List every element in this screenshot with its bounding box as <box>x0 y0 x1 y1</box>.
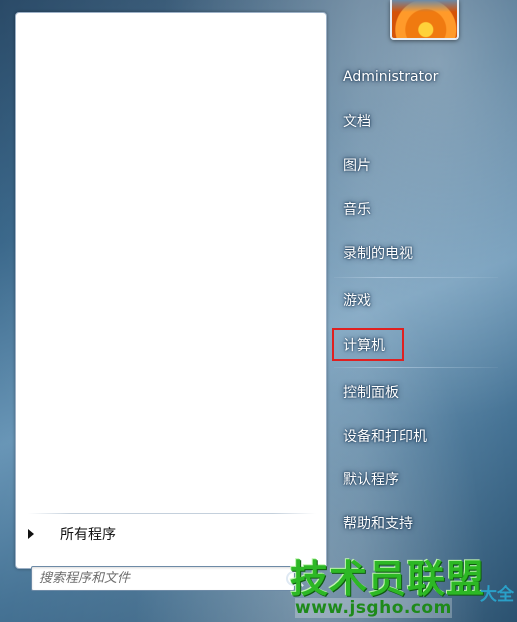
all-programs-label: 所有程序 <box>60 527 116 543</box>
programs-panel <box>15 12 327 569</box>
all-programs-button[interactable]: 所有程序 <box>22 520 320 548</box>
divider <box>28 513 316 514</box>
watermark-url: www.jsgho.com <box>295 598 452 618</box>
divider <box>334 277 498 278</box>
menu-item-help-support[interactable]: 帮助和支持 <box>331 505 496 541</box>
menu-item-devices-printers[interactable]: 设备和打印机 <box>331 418 496 454</box>
menu-item-administrator[interactable]: Administrator <box>331 59 496 95</box>
triangle-right-icon <box>28 529 34 539</box>
menu-item-control-panel[interactable]: 控制面板 <box>331 374 496 410</box>
search-input[interactable] <box>32 568 279 589</box>
user-avatar[interactable] <box>390 0 459 40</box>
menu-item-music[interactable]: 音乐 <box>331 191 496 227</box>
menu-item-games[interactable]: 游戏 <box>331 282 496 318</box>
menu-item-documents[interactable]: 文档 <box>331 103 496 139</box>
menu-item-recorded-tv[interactable]: 录制的电视 <box>331 235 496 271</box>
menu-item-pictures[interactable]: 图片 <box>331 147 496 183</box>
highlight-annotation <box>332 328 404 361</box>
watermark-logo: 技术员联盟 大全 www.jsgho.com <box>285 548 517 622</box>
search-box[interactable] <box>31 566 295 591</box>
menu-item-default-programs[interactable]: 默认程序 <box>331 461 496 497</box>
watermark-side: 大全 <box>480 585 514 605</box>
divider <box>334 367 498 368</box>
watermark-title: 技术员联盟 <box>290 557 486 601</box>
